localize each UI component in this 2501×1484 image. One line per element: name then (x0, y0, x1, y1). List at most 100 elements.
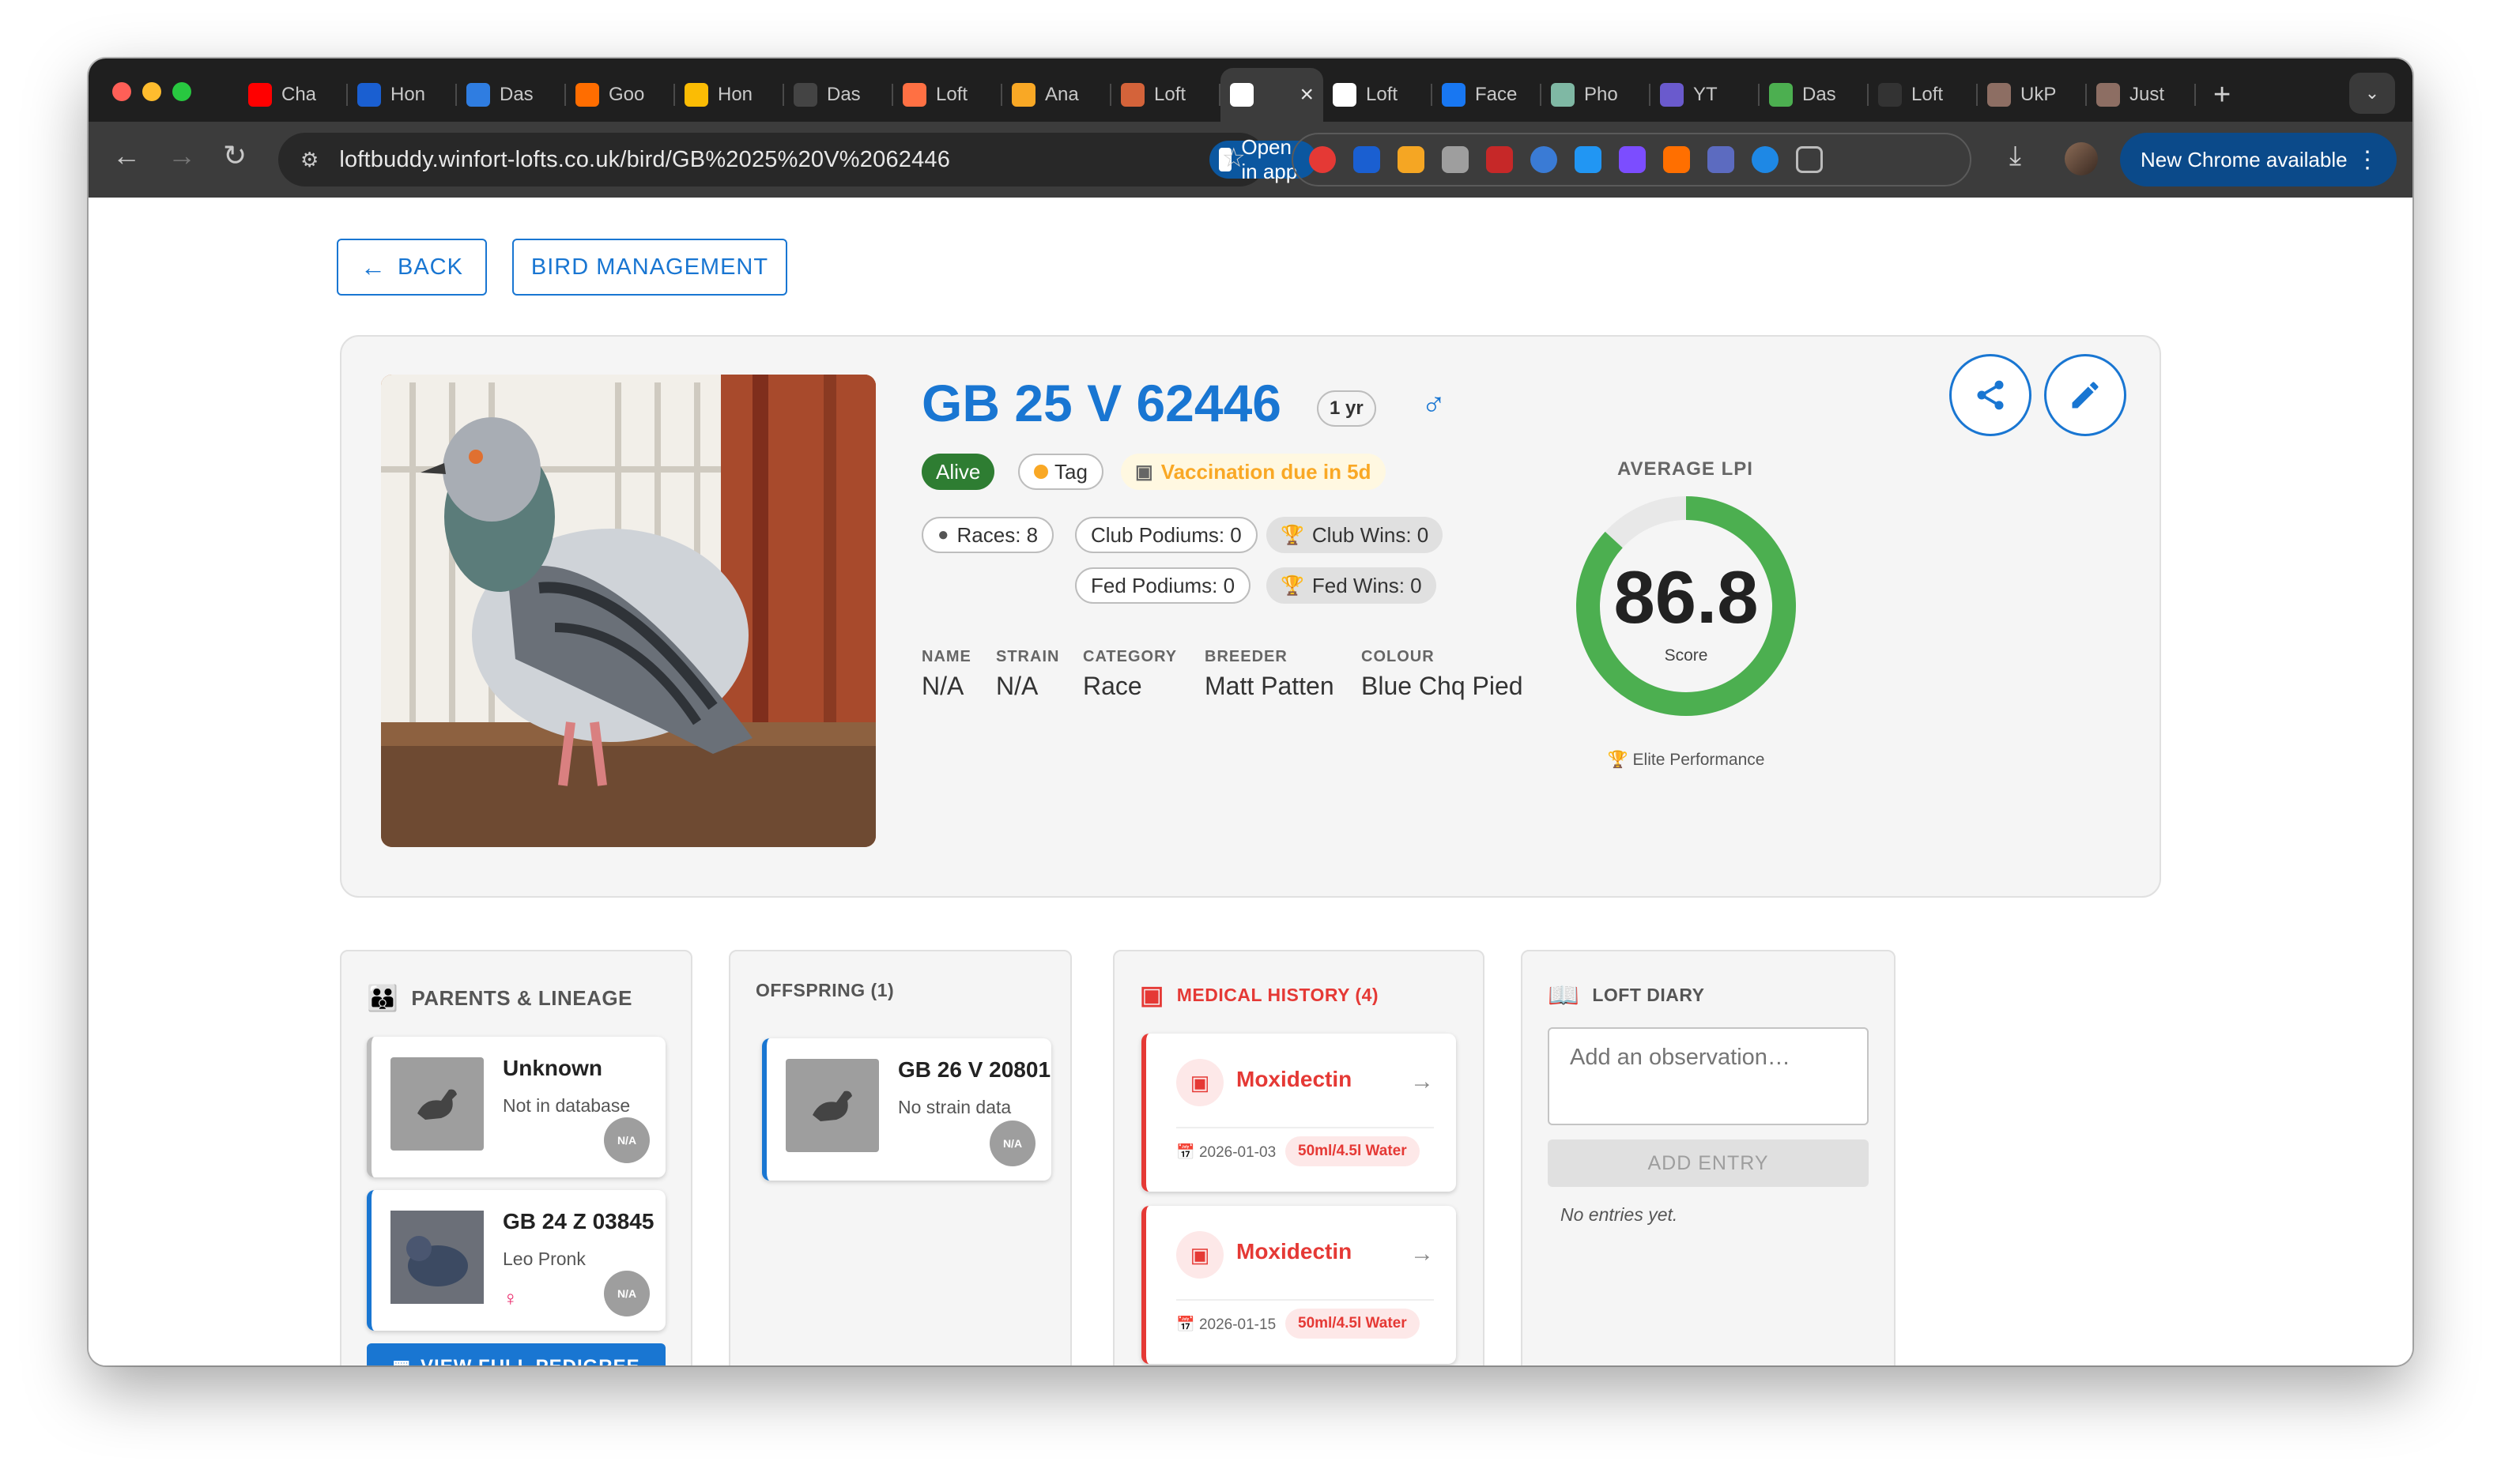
download-icon[interactable]: ⤓ (2009, 141, 2021, 171)
tab-label: UkP (2020, 84, 2057, 105)
medical-entry[interactable]: ▣ Moxidectin → 📅 2026-01-15 50ml/4.5l Wa… (1141, 1206, 1456, 1364)
extension-iq-icon[interactable] (1353, 146, 1380, 173)
browser-tab[interactable]: Hon (675, 68, 784, 122)
vaccination-label: Vaccination due in 5d (1160, 459, 1371, 484)
fed-wins-chip: 🏆 Fed Wins: 0 (1266, 567, 1436, 604)
browser-tab[interactable]: × (1220, 68, 1323, 122)
fed-wins-label: Fed Wins: 0 (1311, 573, 1422, 597)
extension-grey-icon[interactable] (1442, 146, 1469, 173)
google-icon (575, 83, 599, 107)
parent-ring: Unknown (503, 1056, 602, 1080)
menu-dots-icon[interactable]: ⋮ (2356, 146, 2379, 174)
reload-icon[interactable]: ↻ (223, 139, 247, 172)
tab-label: YT (1693, 84, 1718, 105)
new-tab-button[interactable]: + (2213, 78, 2231, 112)
name-value: N/A (922, 672, 964, 700)
extension-red-icon[interactable] (1486, 146, 1513, 173)
arrow-left-icon: ← (360, 252, 387, 281)
diary-title: 📖 LOFT DIARY (1548, 980, 1704, 1010)
tab-label: Pho (1584, 84, 1618, 105)
browser-tab[interactable]: Das (1760, 68, 1869, 122)
medical-kit-icon: ▣ (1135, 461, 1153, 483)
back-arrow-icon[interactable]: ← (112, 139, 141, 172)
extension-stop-icon[interactable] (1309, 146, 1336, 173)
browser-tab[interactable]: Loft (1869, 68, 1978, 122)
close-tab-icon[interactable]: × (1300, 81, 1314, 108)
pigeon-photo-illustration (381, 375, 876, 847)
view-full-pedigree-button[interactable]: ▦ VIEW FULL PEDIGREE (367, 1343, 666, 1365)
bookmark-star-icon[interactable]: ☆ (1222, 142, 1246, 174)
site-settings-icon[interactable]: ⚙ (300, 148, 319, 172)
tab-label: Loft (936, 84, 968, 105)
pedigree-icon: ▦ (392, 1356, 411, 1366)
medicine-date: 📅 2026-01-03 (1176, 1143, 1276, 1162)
new-chrome-button[interactable]: New Chrome available ⋮ (2120, 133, 2397, 186)
back-button[interactable]: ← BACK (337, 239, 487, 296)
extension-camera-icon[interactable] (1707, 146, 1734, 173)
browser-tab[interactable]: Goo (566, 68, 675, 122)
browser-tab[interactable]: Loft (893, 68, 1002, 122)
observation-input[interactable] (1548, 1027, 1869, 1125)
profile-avatar[interactable] (2065, 142, 2098, 175)
iq-icon (357, 83, 381, 107)
calendar-icon: 📅 (1176, 1144, 1195, 1161)
trophy-icon: 🏆 (1281, 524, 1304, 546)
analytics-icon (1012, 83, 1035, 107)
extensions-puzzle-icon[interactable] (1796, 146, 1823, 173)
parent-photo (390, 1211, 484, 1304)
browser-tab[interactable]: Loft (1111, 68, 1220, 122)
share-button[interactable] (1949, 354, 2031, 436)
browser-tab[interactable]: UkP (1978, 68, 2087, 122)
browser-tab[interactable]: Hon (348, 68, 457, 122)
arrow-right-icon: → (1410, 1241, 1434, 1267)
tab-label: Loft (1911, 84, 1944, 105)
medicine-icon: ▣ (1176, 1231, 1224, 1279)
minimize-window-button[interactable] (142, 82, 161, 101)
forward-arrow-icon[interactable]: → (168, 139, 196, 172)
page-content: ← BACK BIRD MANAGEMENT GB 25 V 62446 1 y… (89, 198, 2412, 1365)
club-podiums-chip: Club Podiums: 0 (1075, 517, 1258, 553)
races-chip: ● Races: 8 (922, 517, 1054, 553)
pigeon-placeholder-icon (390, 1057, 484, 1151)
browser-tab[interactable]: Pho (1541, 68, 1650, 122)
extension-pen-icon[interactable] (1663, 146, 1690, 173)
extension-blue-icon[interactable] (1530, 146, 1557, 173)
address-bar[interactable]: ⚙ loftbuddy.winfort-lofts.co.uk/bird/GB%… (278, 133, 1317, 186)
browser-tab[interactable]: Das (784, 68, 893, 122)
add-entry-button[interactable]: ADD ENTRY (1548, 1139, 1869, 1187)
tab-search-button[interactable]: ⌄ (2349, 73, 2395, 114)
age-chip: 1 yr (1317, 390, 1376, 427)
diary-empty-text: No entries yet. (1560, 1204, 1678, 1225)
extension-m-icon[interactable] (1575, 146, 1601, 173)
status-badge: Alive (922, 454, 995, 490)
browser-tab[interactable]: Ana (1002, 68, 1111, 122)
phone-icon (1551, 83, 1575, 107)
tag-chip[interactable]: Tag (1018, 454, 1103, 490)
strain-value: N/A (996, 672, 1039, 700)
browser-tab[interactable]: Face (1432, 68, 1541, 122)
edit-button[interactable] (2044, 354, 2126, 436)
extension-rss-icon[interactable] (1398, 146, 1424, 173)
tab-label: Face (1475, 84, 1518, 105)
parent-card-dam[interactable]: GB 24 Z 03845 Leo Pronk ♀ N/A (367, 1190, 666, 1331)
tab-label: Cha (281, 84, 317, 105)
spark-icon (1769, 83, 1793, 107)
extension-gear-icon[interactable] (1752, 146, 1779, 173)
loftbuddy-icon (1333, 83, 1356, 107)
offspring-item[interactable]: GB 26 V 20801 No strain data N/A (762, 1038, 1051, 1181)
tag-label: Tag (1054, 459, 1088, 484)
bird-management-button[interactable]: BIRD MANAGEMENT (512, 239, 787, 296)
browser-tab[interactable]: YT (1650, 68, 1760, 122)
extension-d-icon[interactable] (1619, 146, 1646, 173)
browser-tab[interactable]: Just (2087, 68, 2196, 122)
na-badge: N/A (604, 1271, 650, 1316)
medical-entry[interactable]: ▣ Moxidectin → 📅 2026-01-03 50ml/4.5l Wa… (1141, 1034, 1456, 1192)
browser-tab[interactable]: Loft (1323, 68, 1432, 122)
female-icon: ♀ (503, 1286, 519, 1310)
close-window-button[interactable] (112, 82, 131, 101)
parent-card-sire[interactable]: Unknown Not in database N/A (367, 1037, 666, 1177)
maximize-window-button[interactable] (172, 82, 191, 101)
offspring-detail: No strain data (898, 1097, 1012, 1117)
browser-tab[interactable]: Cha (239, 68, 348, 122)
browser-tab[interactable]: Das (457, 68, 566, 122)
